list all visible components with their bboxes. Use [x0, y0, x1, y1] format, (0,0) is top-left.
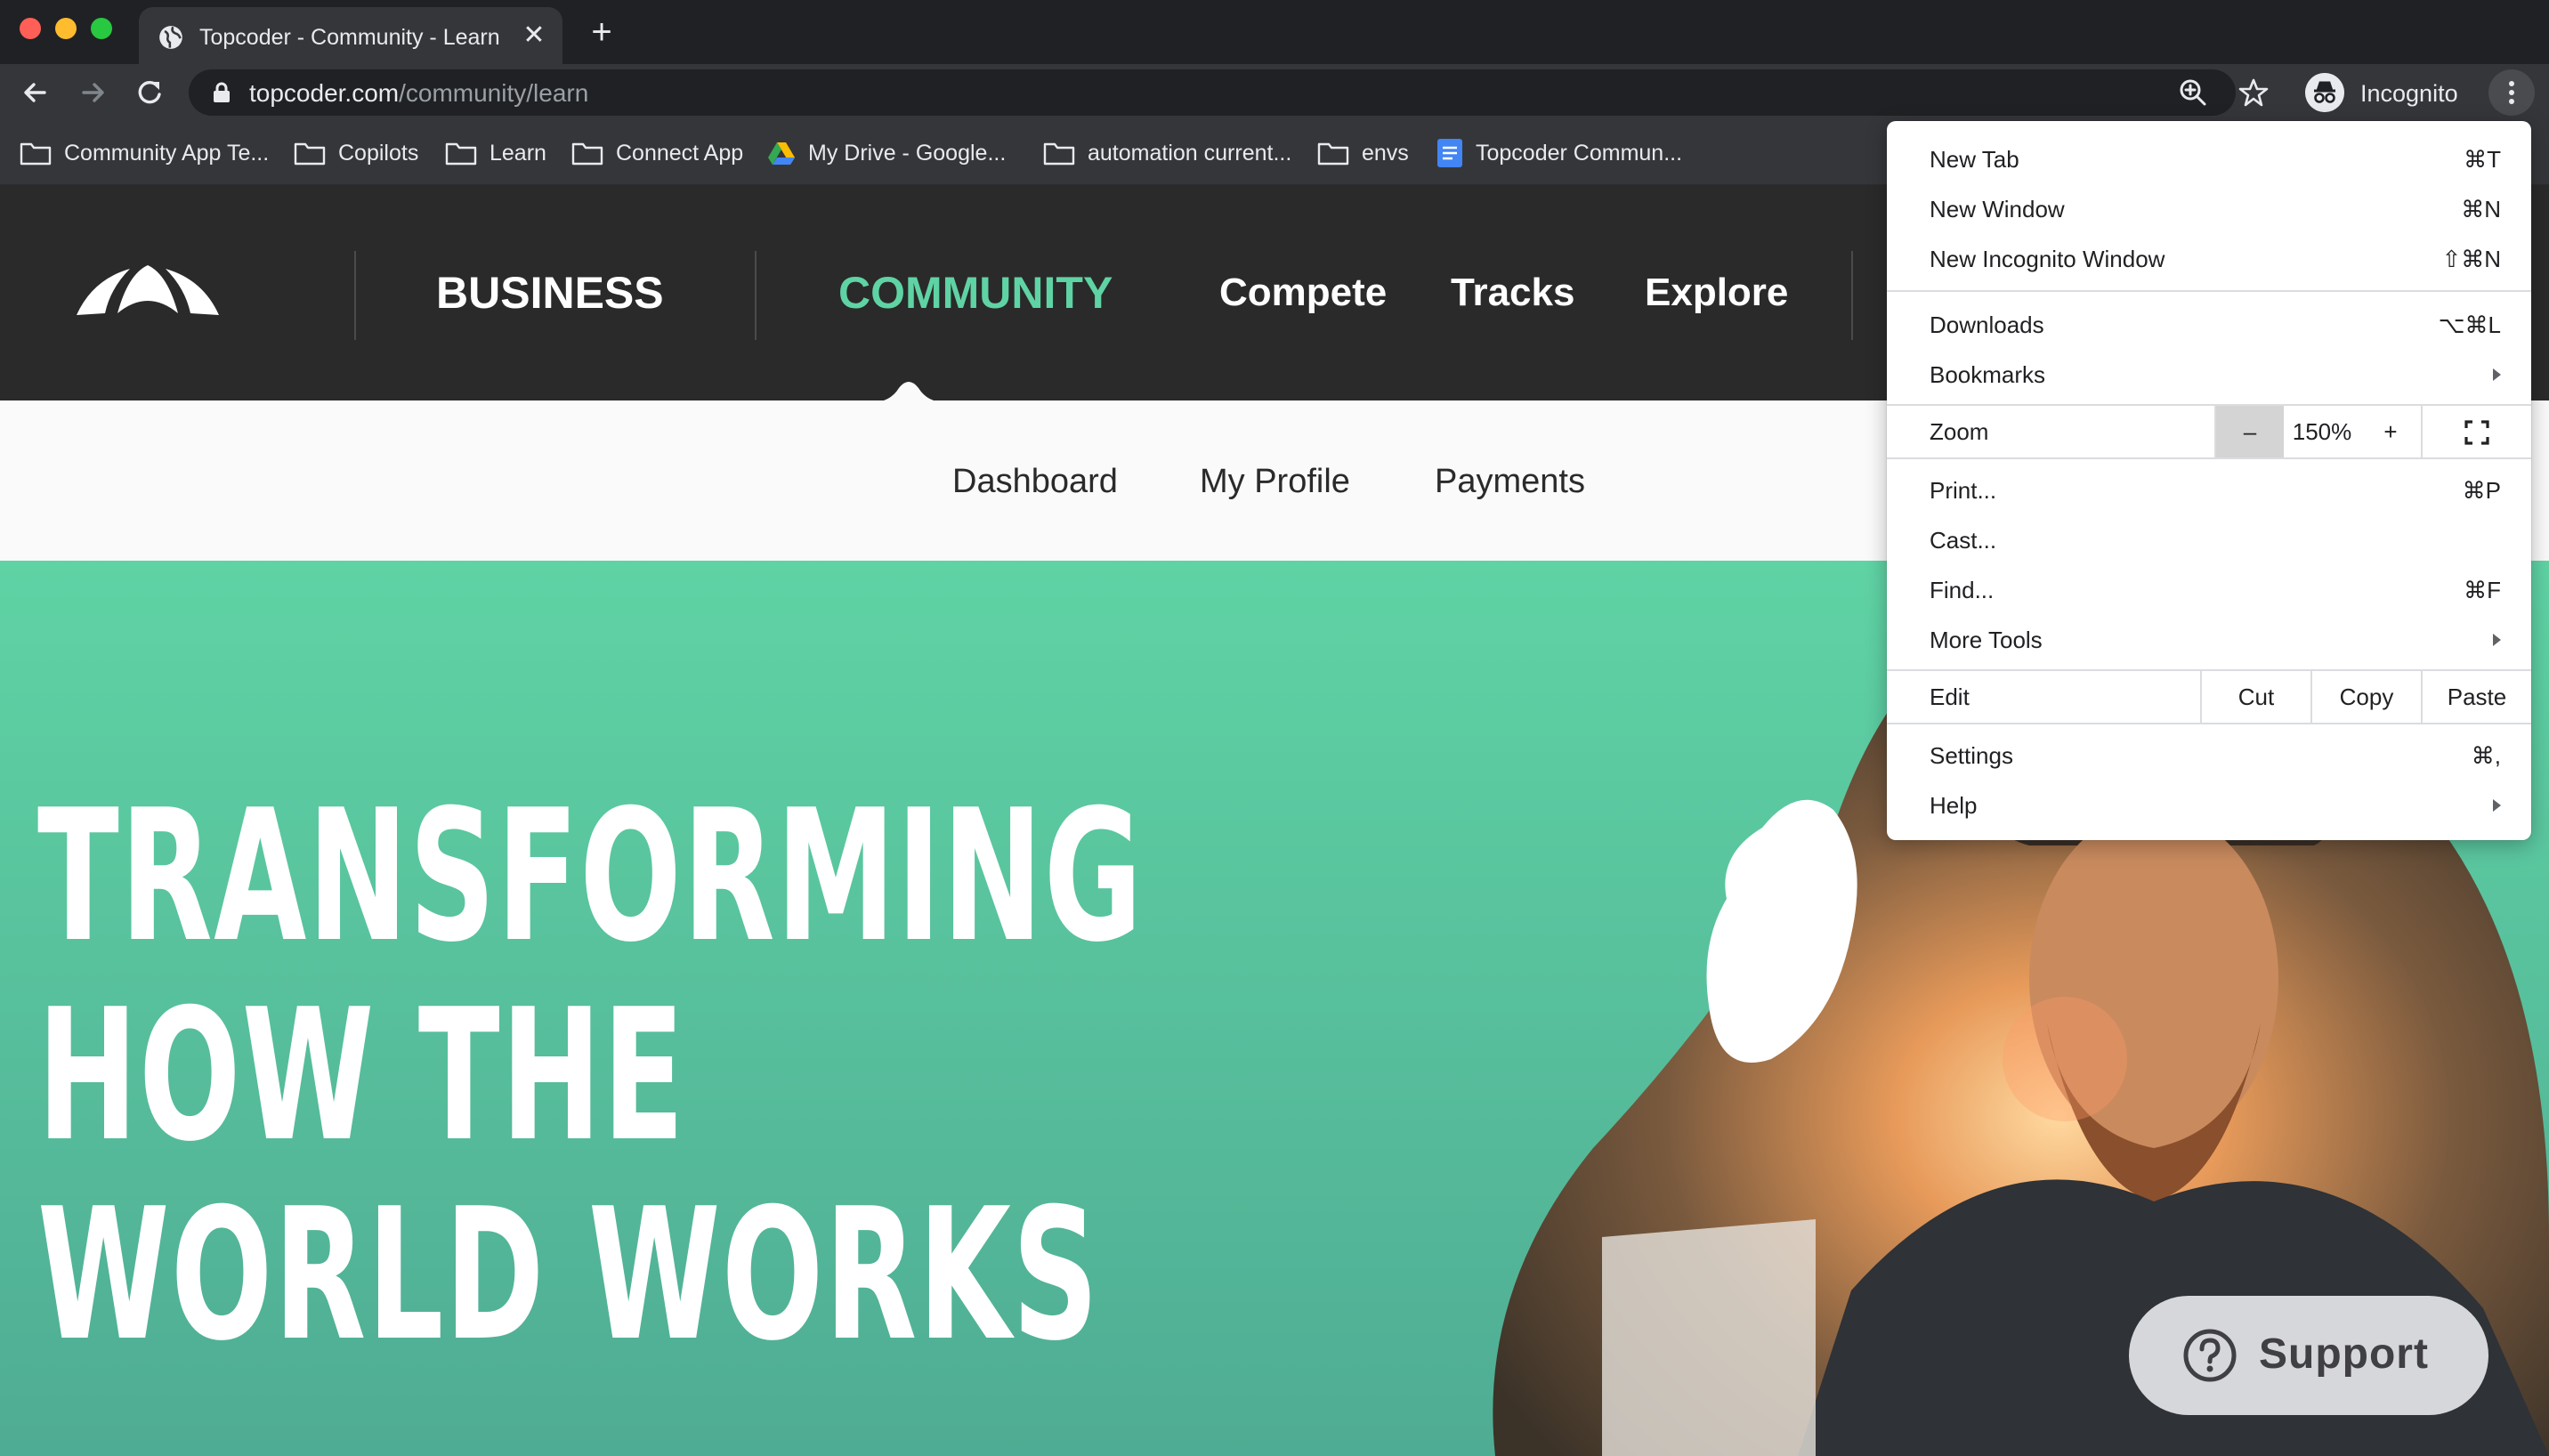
menu-item-new-incognito-window[interactable]: New Incognito Window ⇧⌘N — [1887, 233, 2531, 283]
bookmark-star-icon[interactable] — [2237, 77, 2270, 109]
zoom-magnifier-icon[interactable] — [2177, 77, 2209, 109]
window-maximize-button[interactable] — [91, 18, 112, 39]
header-divider — [1851, 251, 1853, 340]
folder-icon — [571, 142, 603, 166]
folder-icon — [445, 142, 477, 166]
globe-icon — [159, 26, 182, 49]
folder-icon — [20, 142, 52, 166]
hero-title-line: TRANSFORMING — [37, 772, 1144, 983]
zoom-magnifier-icon-alt — [2118, 77, 2150, 109]
menu-item-help[interactable]: Help — [1887, 780, 2531, 829]
nav-community[interactable]: COMMUNITY — [838, 267, 1113, 319]
browser-tab-strip: Topcoder - Community - Learn ✕ + — [0, 0, 2549, 64]
browser-tab-active[interactable]: Topcoder - Community - Learn ✕ — [139, 7, 562, 64]
nav-business[interactable]: BUSINESS — [436, 267, 664, 319]
google-drive-icon — [768, 142, 795, 165]
menu-item-print[interactable]: Print... ⌘P — [1887, 465, 2531, 514]
subnav-my-profile[interactable]: My Profile — [1200, 463, 1350, 501]
incognito-label: Incognito — [2360, 80, 2458, 107]
header-divider — [354, 251, 356, 340]
bookmark-item[interactable]: automation current... — [1043, 137, 1291, 169]
menu-item-settings[interactable]: Settings ⌘, — [1887, 730, 2531, 780]
menu-item-downloads[interactable]: Downloads ⌥⌘L — [1887, 299, 2531, 349]
bookmark-item[interactable]: Learn — [445, 137, 546, 169]
submenu-arrow-icon — [2493, 634, 2501, 646]
zoom-label: Zoom — [1930, 418, 1989, 445]
new-tab-button[interactable]: + — [584, 14, 619, 50]
menu-item-new-tab[interactable]: New Tab ⌘T — [1887, 133, 2531, 183]
bookmark-item[interactable]: Community App Te... — [20, 137, 269, 169]
menu-item-more-tools[interactable]: More Tools — [1887, 614, 2531, 664]
lock-icon[interactable] — [212, 82, 231, 103]
nav-explore[interactable]: Explore — [1645, 271, 1788, 315]
bookmark-item[interactable]: envs — [1317, 137, 1409, 169]
tab-title: Topcoder - Community - Learn — [199, 25, 500, 50]
tab-close-icon[interactable]: ✕ — [520, 21, 548, 50]
folder-icon — [294, 142, 326, 166]
cut-button[interactable]: Cut — [2200, 671, 2310, 723]
zoom-level-value: 150% — [2292, 418, 2352, 445]
support-label: Support — [2259, 1331, 2429, 1378]
topcoder-logo-icon[interactable] — [75, 262, 221, 320]
menu-item-bookmarks[interactable]: Bookmarks — [1887, 349, 2531, 399]
google-docs-icon — [1437, 139, 1462, 167]
window-minimize-button[interactable] — [55, 18, 77, 39]
fullscreen-button[interactable] — [2421, 406, 2531, 457]
chrome-main-menu: New Tab ⌘T New Window ⌘N New Incognito Win… — [1887, 121, 2531, 840]
menu-separator — [1887, 723, 2531, 724]
url-text[interactable]: topcoder.com/community/learn — [249, 79, 588, 108]
menu-item-cast[interactable]: Cast... — [1887, 514, 2531, 564]
menu-separator — [1887, 457, 2531, 459]
zoom-out-button[interactable]: – — [2214, 406, 2284, 457]
hero-title-line: WORLD WORKS — [37, 1170, 1100, 1381]
hero-title: TRANSFORMING HOW THE WORLD WORKS — [37, 778, 1144, 1376]
reload-icon[interactable] — [130, 73, 169, 112]
submenu-arrow-icon — [2493, 368, 2501, 381]
zoom-in-button[interactable]: + — [2360, 406, 2421, 457]
bookmark-item[interactable]: Topcoder Commun... — [1436, 137, 1682, 169]
window-close-button[interactable] — [20, 18, 41, 39]
folder-icon — [1317, 142, 1349, 166]
chrome-menu-button[interactable] — [2488, 69, 2535, 116]
submenu-arrow-icon — [2493, 799, 2501, 812]
paste-button[interactable]: Paste — [2421, 671, 2531, 723]
hero-title-line: HOW THE — [37, 971, 686, 1182]
menu-item-find[interactable]: Find... ⌘F — [1887, 564, 2531, 614]
fullscreen-icon — [2464, 420, 2489, 445]
menu-edit-row: Edit Cut Copy Paste — [1887, 671, 2531, 723]
browser-toolbar: topcoder.com/community/learn Incognito — [0, 64, 2549, 121]
bookmark-item[interactable]: Copilots — [294, 137, 418, 169]
help-circle-icon — [2183, 1329, 2237, 1382]
edit-label: Edit — [1930, 684, 1970, 710]
menu-item-new-window[interactable]: New Window ⌘N — [1887, 183, 2531, 233]
menu-zoom-row: Zoom – 150% + — [1887, 406, 2531, 457]
subnav-dashboard[interactable]: Dashboard — [952, 463, 1118, 501]
forward-arrow-icon[interactable] — [73, 73, 112, 112]
bookmark-item[interactable]: Connect App — [571, 137, 743, 169]
back-arrow-icon[interactable] — [16, 73, 55, 112]
subnav-payments[interactable]: Payments — [1435, 463, 1585, 501]
bookmark-item[interactable]: My Drive - Google... — [767, 137, 1006, 169]
support-button[interactable]: Support — [2129, 1296, 2488, 1415]
folder-icon — [1043, 142, 1075, 166]
incognito-icon — [2305, 73, 2344, 112]
nav-compete[interactable]: Compete — [1219, 271, 1387, 315]
copy-button[interactable]: Copy — [2310, 671, 2421, 723]
nav-tracks[interactable]: Tracks — [1451, 271, 1574, 315]
header-divider — [755, 251, 757, 340]
menu-separator — [1887, 290, 2531, 292]
three-dots-vertical-icon — [2509, 81, 2514, 104]
active-nav-caret — [872, 382, 945, 402]
address-bar[interactable]: topcoder.com/community/learn — [189, 69, 2236, 116]
incognito-profile-button[interactable]: Incognito — [2302, 69, 2471, 116]
